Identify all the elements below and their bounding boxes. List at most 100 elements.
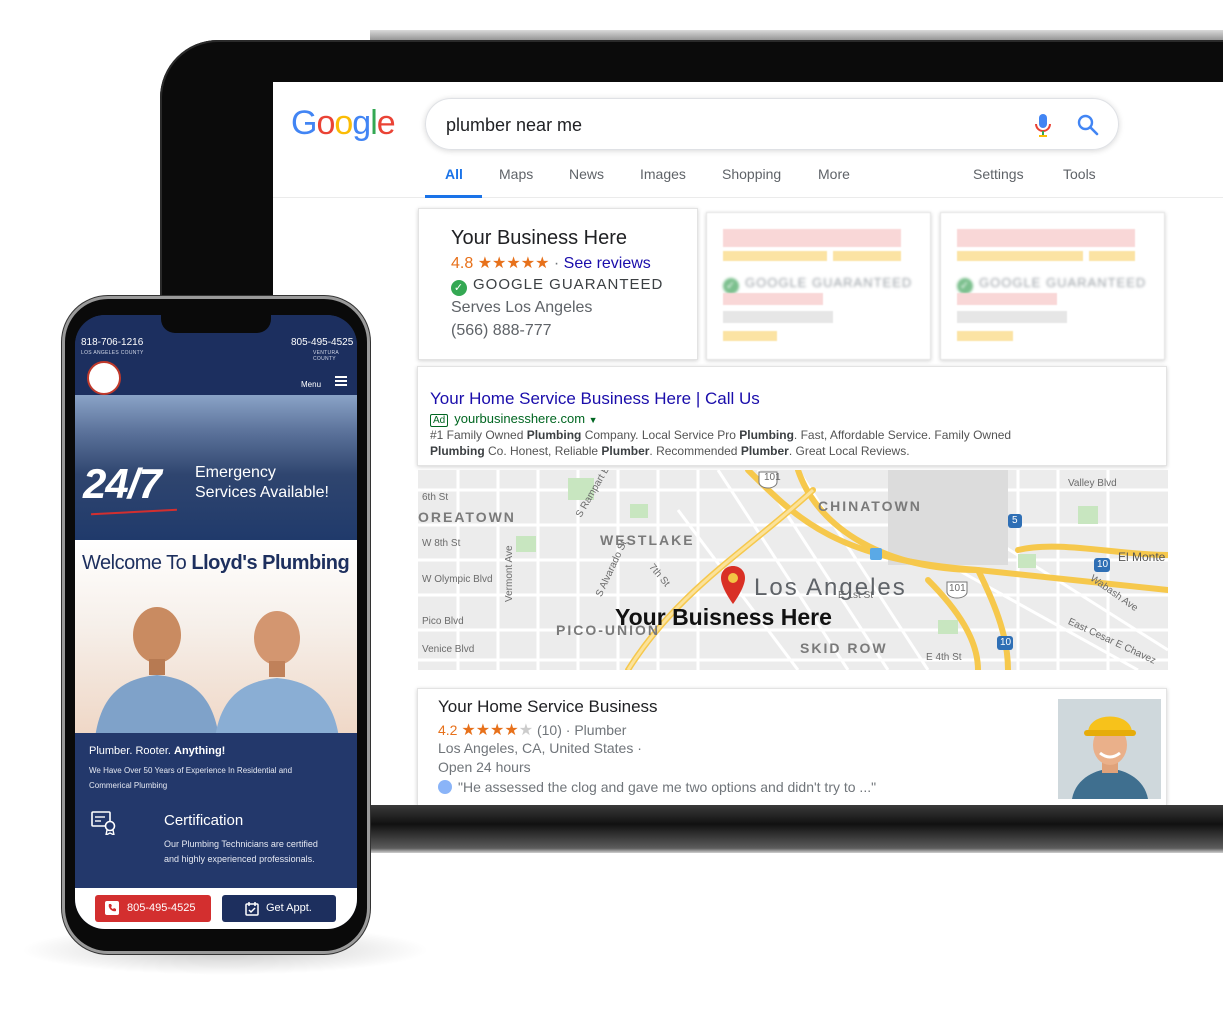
review-snippet: "He assessed the clog and gave me two op… <box>458 779 877 795</box>
see-reviews-link[interactable]: See reviews <box>564 255 651 272</box>
blurred-phone-bar <box>957 311 1067 323</box>
phone-number-ventura[interactable]: 805-495-4525 <box>291 337 353 348</box>
phone-notch <box>161 315 271 333</box>
map-pin-icon[interactable] <box>721 566 745 606</box>
reviewer-avatar-icon <box>438 780 452 794</box>
calendar-icon <box>245 902 259 916</box>
tab-more[interactable]: More <box>818 166 850 182</box>
blurred-reviews-bar <box>833 251 901 261</box>
star-rating-icon: ★★★★ <box>461 722 519 739</box>
tab-maps[interactable]: Maps <box>499 166 533 182</box>
get-appointment-button[interactable]: Get Appt. <box>222 895 336 922</box>
blurred-service-card[interactable]: ✓ GOOGLE GUARANTEED <box>706 212 931 360</box>
local-service-card[interactable]: Your Business Here 4.8 ★★★★★ · See revie… <box>418 208 698 360</box>
map-label-venice: Venice Blvd <box>422 644 475 655</box>
desc-text: . Recommended <box>649 444 741 458</box>
listing-hours: Open 24 hours <box>438 759 531 775</box>
tab-news[interactable]: News <box>569 166 604 182</box>
guaranteed-label: GOOGLE GUARANTEED <box>745 275 913 290</box>
search-input[interactable] <box>446 112 1006 138</box>
hero-line-2: Services Available! <box>195 484 329 501</box>
blurred-name-bar <box>723 229 901 247</box>
plumber-illustration <box>1058 699 1161 799</box>
logo-letter: G <box>291 104 317 142</box>
microphone-icon[interactable] <box>1034 113 1052 139</box>
listing-review: "He assessed the clog and gave me two op… <box>438 779 876 795</box>
map-city-label: Los Angeles <box>754 574 907 601</box>
shield-5-label: 5 <box>1012 515 1018 526</box>
hero-24-7: 24/7 <box>83 460 162 507</box>
tab-settings[interactable]: Settings <box>973 166 1024 182</box>
blurred-rating-bar <box>957 251 1083 261</box>
tab-shopping[interactable]: Shopping <box>722 166 781 182</box>
map-label-valley-blvd: Valley Blvd <box>1068 478 1117 489</box>
map-label-el-monte: El Monte <box>1118 550 1166 564</box>
tab-tools[interactable]: Tools <box>1063 166 1096 182</box>
desc-keyword: Plumbing <box>526 428 582 442</box>
monitor-bottom-bezel <box>340 805 1223 853</box>
ad-title-link[interactable]: Your Home Service Business Here | Call U… <box>430 389 760 409</box>
experience-text: We Have Over 50 Years of Experience In R… <box>89 766 293 790</box>
logo-letter: o <box>316 104 335 142</box>
dropdown-arrow-icon[interactable]: ▼ <box>589 415 598 425</box>
blurred-area-bar <box>723 293 823 305</box>
blurred-reviews-bar <box>1089 251 1135 261</box>
listing-review-count: (10) <box>536 722 562 738</box>
guaranteed-label: GOOGLE GUARANTEED <box>979 275 1147 290</box>
google-logo[interactable]: Google <box>291 104 396 143</box>
listing-rating: 4.2 <box>438 722 458 738</box>
address-text: Los Angeles, CA, United States <box>438 740 634 756</box>
tab-images[interactable]: Images <box>640 166 686 182</box>
lloyds-logo[interactable] <box>87 361 121 395</box>
listing-rating-row: 4.2 ★★★★★ (10) · Plumber <box>438 722 627 739</box>
shield-101-label: 101 <box>764 472 781 483</box>
service-area: Serves Los Angeles <box>451 299 593 316</box>
guaranteed-label: GOOGLE GUARANTEED <box>473 276 664 293</box>
phone-number-la[interactable]: 818-706-1216 <box>81 337 143 348</box>
map-label-w8th: W 8th St <box>422 538 461 549</box>
shield-101-label: 101 <box>949 583 966 594</box>
desc-keyword: Plumbing <box>430 444 485 458</box>
active-tab-indicator <box>425 195 482 198</box>
star-rating-icon: ★★★★★ <box>477 255 550 272</box>
separator: · <box>553 255 560 272</box>
business-listing[interactable]: Your Home Service Business 4.2 ★★★★★ (10… <box>417 688 1167 805</box>
welcome-heading: Welcome To Lloyd's Plumbing <box>82 552 350 575</box>
ad-url-row[interactable]: Ad yourbusinesshere.com ▼ <box>430 411 598 427</box>
rating-value: 4.8 <box>451 255 474 272</box>
company-name: Lloyd's Plumbing <box>191 552 350 574</box>
map-pack[interactable]: 101 101 5 10 10 CHINATOWN WESTLAKE OREAT… <box>418 470 1168 670</box>
desc-text: Company. Local Service Pro <box>581 428 740 442</box>
listing-category: Plumber <box>574 722 627 738</box>
shield-10-label: 10 <box>1097 559 1109 570</box>
logo-letter: g <box>352 104 371 142</box>
tab-all[interactable]: All <box>445 166 463 182</box>
plumber-photo <box>1058 699 1161 799</box>
blurred-extra-bar <box>723 331 777 341</box>
certification-heading: Certification <box>164 812 244 829</box>
desc-keyword: Plumbing <box>739 428 794 442</box>
blurred-phone-bar <box>723 311 833 323</box>
map-pin-label: Your Buisness Here <box>615 604 832 630</box>
ad-badge: Ad <box>430 414 449 427</box>
map-label-chinatown: CHINATOWN <box>818 498 922 514</box>
desc-text: Co. Honest, Reliable <box>484 444 602 458</box>
blurred-service-card[interactable]: ✓ GOOGLE GUARANTEED <box>940 212 1165 360</box>
blurred-guaranteed: ✓ GOOGLE GUARANTEED <box>723 275 912 294</box>
map-label-oreatown: OREATOWN <box>418 509 516 525</box>
menu-label[interactable]: Menu <box>301 380 321 389</box>
phone-screen: 818-706-1216 LOS ANGELES COUNTY 805-495-… <box>75 315 357 929</box>
listing-name[interactable]: Your Home Service Business <box>438 697 658 717</box>
search-box[interactable] <box>425 98 1119 150</box>
check-icon: ✓ <box>957 278 973 294</box>
desc-keyword: Plumber <box>740 444 789 458</box>
desc-text: #1 Family Owned <box>430 428 527 442</box>
search-tabs: All Maps News Images Shopping More Setti… <box>273 152 1223 198</box>
business-phone[interactable]: (566) 888-777 <box>451 322 552 340</box>
search-ad: Your Home Service Business Here | Call U… <box>417 366 1167 466</box>
blurred-guaranteed: ✓ GOOGLE GUARANTEED <box>957 275 1146 294</box>
technicians-photo <box>95 607 339 738</box>
search-icon[interactable] <box>1076 113 1100 137</box>
hamburger-menu-icon[interactable] <box>335 376 347 386</box>
blurred-extra-bar <box>957 331 1013 341</box>
